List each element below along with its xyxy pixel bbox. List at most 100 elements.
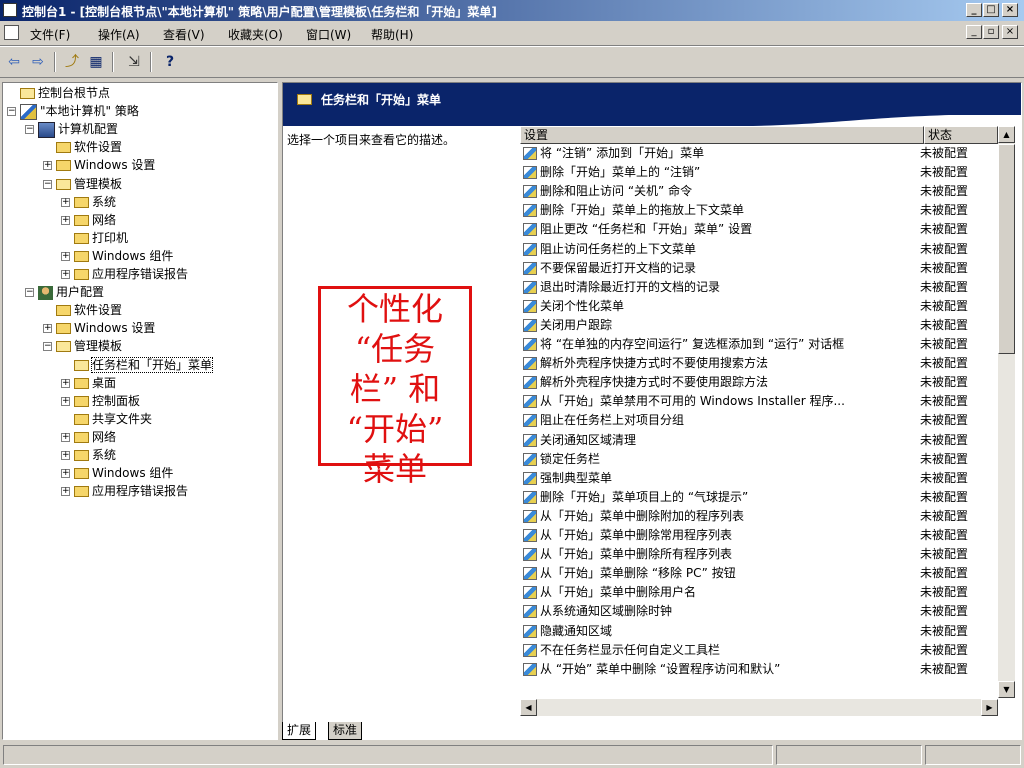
column-header-state[interactable]: 状态 — [924, 126, 998, 144]
document-window-icon[interactable] — [4, 25, 19, 40]
tree-node[interactable]: + 系统 — [61, 193, 116, 211]
tree-node[interactable]: + Windows 组件 — [61, 247, 173, 265]
list-item[interactable]: 隐藏通知区域 未被配置 — [520, 622, 990, 641]
maximize-button[interactable]: □ — [983, 3, 999, 17]
list-item[interactable]: 锁定任务栏 未被配置 — [520, 450, 990, 469]
menu-window[interactable]: 窗口(W) — [306, 26, 351, 43]
expand-icon[interactable]: + — [61, 451, 70, 460]
vertical-scrollbar[interactable]: ▲ ▼ — [998, 126, 1015, 698]
list-item[interactable]: 从 “开始” 菜单中删除 “设置程序访问和默认” 未被配置 — [520, 660, 990, 679]
tree-node[interactable]: + 网络 — [61, 211, 116, 229]
expand-icon[interactable]: + — [43, 324, 52, 334]
list-item[interactable]: 解析外壳程序快捷方式时不要使用跟踪方法 未被配置 — [520, 373, 990, 392]
console-app-icon[interactable] — [3, 3, 17, 17]
scroll-left-arrow-icon[interactable]: ◀ — [520, 699, 537, 716]
expand-icon[interactable]: + — [61, 469, 70, 479]
collapse-icon[interactable]: − — [7, 107, 16, 117]
back-arrow-icon[interactable]: ⇦ — [4, 53, 24, 71]
column-header-setting[interactable]: 设置 — [520, 126, 924, 144]
expand-icon[interactable]: + — [61, 487, 70, 497]
scroll-right-arrow-icon[interactable]: ▶ — [981, 699, 998, 716]
forward-arrow-icon[interactable]: ⇨ — [28, 53, 48, 71]
expand-icon[interactable]: + — [61, 378, 70, 388]
tree-node[interactable]: + 应用程序错误报告 — [61, 482, 188, 500]
help-icon[interactable]: ? — [160, 53, 180, 71]
horizontal-scrollbar[interactable]: ◀ ▶ — [520, 699, 998, 716]
tree-node[interactable]: + Windows 设置 — [43, 319, 155, 337]
tree-node[interactable]: + Windows 设置 — [43, 156, 155, 174]
list-item[interactable]: 删除和阻止访问 “关机” 命令 未被配置 — [520, 182, 990, 201]
collapse-icon[interactable]: − — [43, 342, 52, 352]
tree-node[interactable]: + Windows 组件 — [61, 464, 173, 482]
list-item[interactable]: 解析外壳程序快捷方式时不要使用搜索方法 未被配置 — [520, 354, 990, 373]
tree-node[interactable]: + 控制面板 — [61, 392, 140, 410]
child-restore-button[interactable]: ▫ — [983, 25, 999, 39]
menu-view[interactable]: 查看(V) — [163, 26, 205, 43]
list-item[interactable]: 阻止访问任务栏的上下文菜单 未被配置 — [520, 240, 990, 259]
list-item[interactable]: 从「开始」菜单中删除附加的程序列表 未被配置 — [520, 507, 990, 526]
tree-node[interactable]: 软件设置 — [43, 138, 122, 156]
console-tree[interactable]: 控制台根节点 − "本地计算机" 策略 − 计算机配置 软件设置 + Windows 设置 − 管… — [2, 82, 278, 740]
list-item[interactable]: 关闭通知区域清理 未被配置 — [520, 431, 990, 450]
tree-node[interactable]: − 管理模板 — [43, 337, 122, 355]
tree-node[interactable]: 任务栏和「开始」菜单 — [61, 356, 214, 374]
list-item[interactable]: 将 “注销” 添加到「开始」菜单 未被配置 — [520, 144, 990, 163]
list-item[interactable]: 从「开始」菜单禁用不可用的 Windows Installer 程序... 未被配… — [520, 392, 990, 411]
collapse-icon[interactable]: − — [25, 288, 34, 298]
expand-icon[interactable]: + — [61, 432, 70, 442]
list-item[interactable]: 从「开始」菜单中删除用户名 未被配置 — [520, 583, 990, 602]
list-item[interactable]: 强制典型菜单 未被配置 — [520, 469, 990, 488]
tree-node[interactable]: + 桌面 — [61, 374, 116, 392]
list-item[interactable]: 将 “在单独的内存空间运行” 复选框添加到 “运行” 对话框 未被配置 — [520, 335, 990, 354]
collapse-icon[interactable]: − — [43, 179, 52, 189]
tree-node[interactable]: − "本地计算机" 策略 — [7, 102, 139, 120]
child-close-button[interactable]: × — [1002, 25, 1018, 39]
tree-node[interactable]: + 网络 — [61, 428, 116, 446]
list-item[interactable]: 退出时清除最近打开的文档的记录 未被配置 — [520, 278, 990, 297]
tree-node[interactable]: 打印机 — [61, 229, 128, 247]
expand-icon[interactable]: + — [61, 270, 70, 279]
list-item[interactable]: 阻止在任务栏上对项目分组 未被配置 — [520, 411, 990, 430]
tree-node[interactable]: − 计算机配置 — [25, 120, 118, 138]
list-item[interactable]: 阻止更改 “任务栏和「开始」菜单” 设置 未被配置 — [520, 220, 990, 239]
collapse-icon[interactable]: − — [25, 125, 34, 135]
list-item[interactable]: 不在任务栏显示任何自定义工具栏 未被配置 — [520, 641, 990, 660]
list-item[interactable]: 从「开始」菜单中删除所有程序列表 未被配置 — [520, 545, 990, 564]
tab-extended[interactable]: 扩展 — [282, 722, 317, 740]
scroll-up-arrow-icon[interactable]: ▲ — [998, 126, 1015, 143]
show-hide-tree-icon[interactable]: ▦ — [86, 53, 106, 71]
list-item[interactable]: 删除「开始」菜单项目上的 “气球提示” 未被配置 — [520, 488, 990, 507]
list-item[interactable]: 从「开始」菜单中删除常用程序列表 未被配置 — [520, 526, 990, 545]
close-button[interactable]: × — [1002, 3, 1018, 17]
tab-standard[interactable]: 标准 — [328, 722, 363, 740]
expand-icon[interactable]: + — [61, 396, 70, 406]
list-item[interactable]: 从系统通知区域删除时钟 未被配置 — [520, 602, 990, 621]
tree-node[interactable]: + 应用程序错误报告 — [61, 265, 188, 283]
up-folder-icon[interactable]: ⤴ — [62, 53, 82, 71]
scroll-down-arrow-icon[interactable]: ▼ — [998, 681, 1015, 698]
tree-node[interactable]: 控制台根节点 — [7, 84, 110, 102]
list-item[interactable]: 不要保留最近打开文档的记录 未被配置 — [520, 259, 990, 278]
list-item[interactable]: 删除「开始」菜单上的 “注销” 未被配置 — [520, 163, 990, 182]
tree-node[interactable]: − 管理模板 — [43, 175, 122, 193]
child-minimize-button[interactable]: _ — [966, 25, 982, 39]
expand-icon[interactable]: + — [61, 215, 70, 225]
menu-favorites[interactable]: 收藏夹(O) — [228, 26, 283, 43]
list-item[interactable]: 关闭用户跟踪 未被配置 — [520, 316, 990, 335]
menu-file[interactable]: 文件(F) — [30, 26, 70, 43]
expand-icon[interactable]: + — [43, 161, 52, 171]
minimize-button[interactable]: _ — [966, 3, 982, 17]
list-item[interactable]: 从「开始」菜单删除 “移除 PC” 按钮 未被配置 — [520, 564, 990, 583]
settings-list[interactable]: 设置 状态 将 “注销” 添加到「开始」菜单 未被配置 删除「开始」菜单上的 “注销… — [520, 126, 1018, 716]
tree-node[interactable]: − 用户配置 — [25, 283, 104, 301]
tree-node[interactable]: 共享文件夹 — [61, 410, 152, 428]
menu-help[interactable]: 帮助(H) — [371, 26, 413, 43]
scroll-thumb[interactable] — [998, 144, 1015, 354]
tree-node[interactable]: + 系统 — [61, 446, 116, 464]
tree-node[interactable]: 软件设置 — [43, 301, 122, 319]
list-item[interactable]: 删除「开始」菜单上的拖放上下文菜单 未被配置 — [520, 201, 990, 220]
export-list-icon[interactable]: ⇲ — [124, 53, 144, 71]
expand-icon[interactable]: + — [61, 197, 70, 207]
list-item[interactable]: 关闭个性化菜单 未被配置 — [520, 297, 990, 316]
menu-action[interactable]: 操作(A) — [98, 26, 140, 43]
